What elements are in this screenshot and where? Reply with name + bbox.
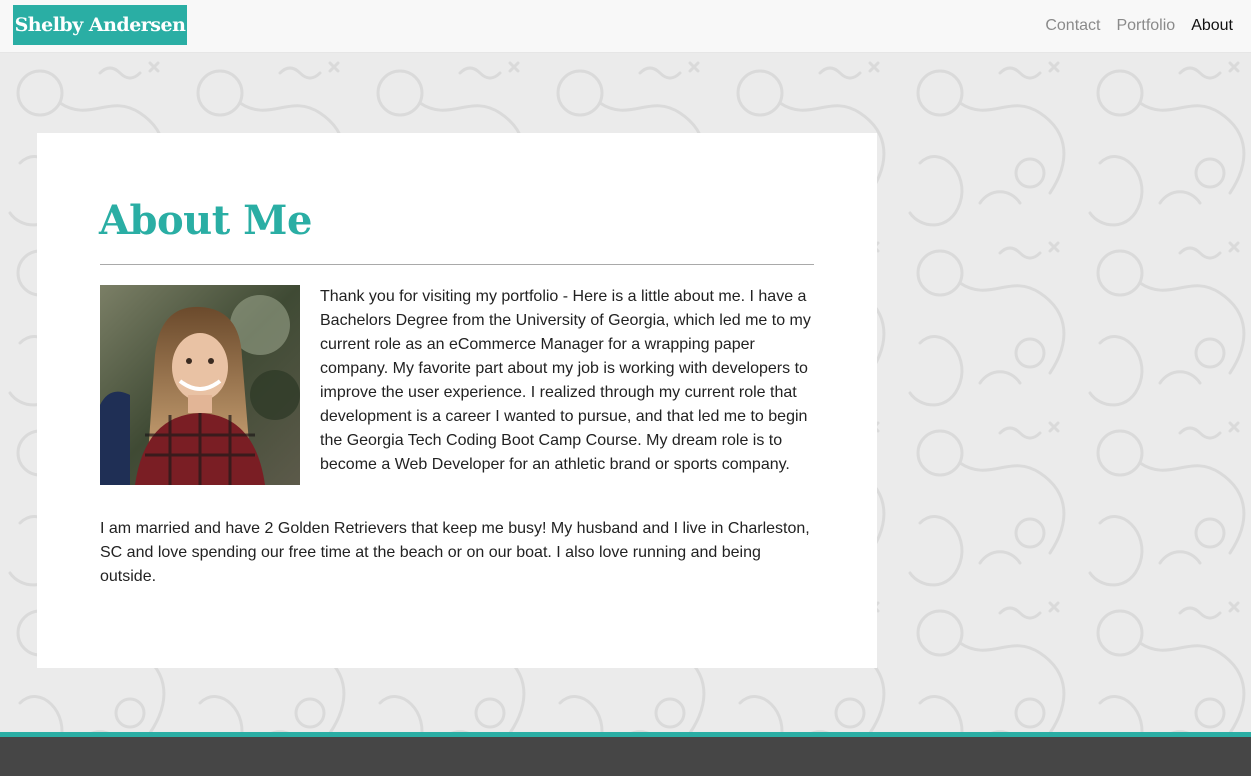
- brand-logo[interactable]: Shelby Andersen: [13, 5, 187, 45]
- about-paragraph-2: I am married and have 2 Golden Retriever…: [100, 520, 810, 585]
- footer: [0, 737, 1251, 776]
- nav-link-contact[interactable]: Contact: [1045, 17, 1100, 35]
- about-card: About Me Thank you for visiting my portf…: [37, 133, 877, 668]
- about-paragraph-1: Thank you for visiting my portfolio - He…: [320, 288, 811, 473]
- nav-links: Contact Portfolio About: [1029, 0, 1233, 52]
- page-title: About Me: [99, 197, 312, 244]
- nav-link-about[interactable]: About: [1191, 17, 1233, 35]
- navbar: Shelby Andersen Contact Portfolio About: [0, 0, 1251, 53]
- profile-photo: [100, 285, 300, 485]
- nav-link-portfolio[interactable]: Portfolio: [1116, 17, 1175, 35]
- title-divider: [100, 264, 814, 265]
